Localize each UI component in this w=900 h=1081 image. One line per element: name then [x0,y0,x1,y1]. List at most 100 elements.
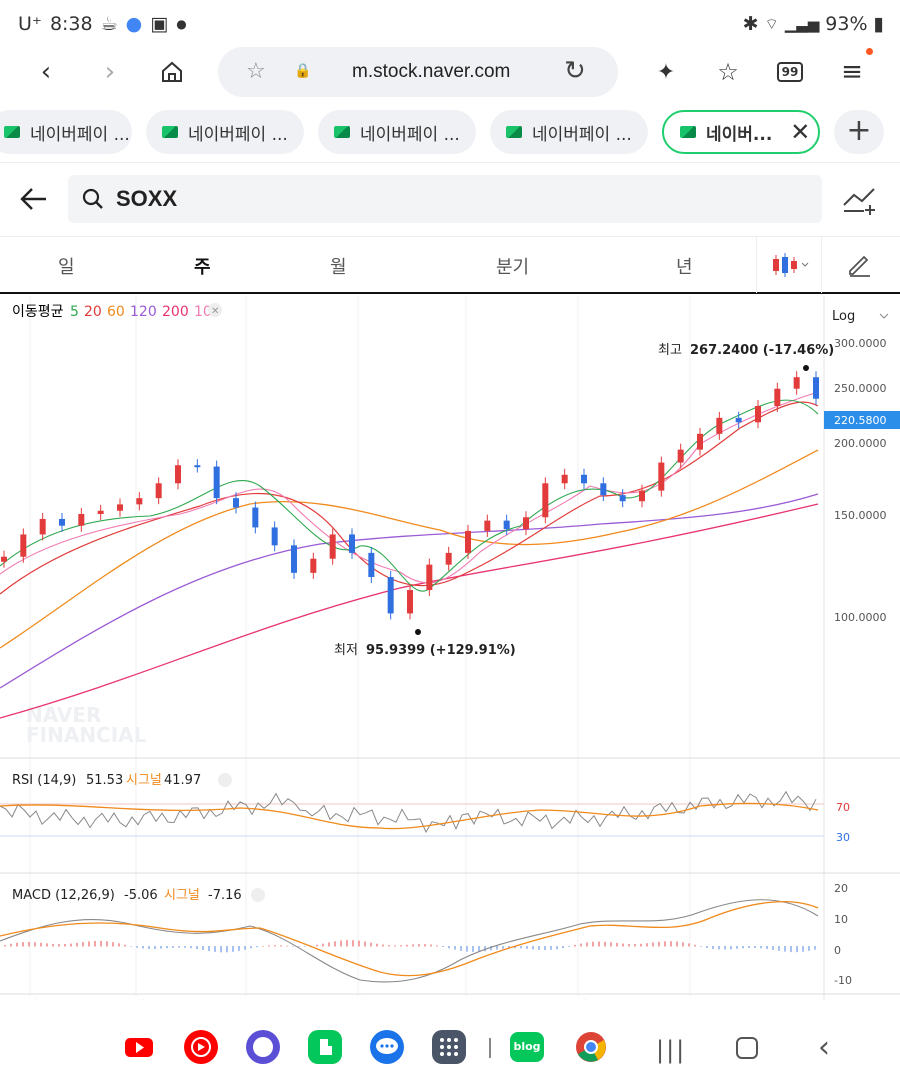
back-arrow-icon[interactable] [16,181,52,217]
macd-bar [814,946,816,950]
macd-bar [82,942,84,947]
y-tick: 100.0000 [834,611,887,624]
candle-body [175,465,181,484]
recent-apps-icon[interactable]: ||| [656,1036,686,1064]
chrome-icon[interactable] [574,1030,608,1064]
macd-bar [220,946,222,953]
candle-body [310,558,317,573]
tab-quarterly[interactable]: 분기 [496,253,529,279]
browser-tab[interactable]: 네이버페이 ... [0,110,132,154]
ai-sparkle-icon[interactable]: ✦ [646,52,686,92]
legend-periods: 5 20 60 120 200 10 [70,304,212,320]
url-text[interactable]: m.stock.naver.com [352,61,510,83]
candle-body [407,590,413,614]
macd-bar [262,945,264,947]
macd-bar [250,946,252,949]
youtube-music-icon[interactable] [184,1030,218,1064]
macd-bar [760,946,762,949]
candle-body [658,462,665,491]
tab-weekly[interactable]: 주 [194,253,211,279]
scale-chevron-icon[interactable] [879,313,889,319]
legend-period-5: 5 [70,304,79,320]
macd-bar [466,946,468,952]
status-bar: U⁺ 8:38 ☕ ● ▣ ● ✱ ⌔ ▁▃▅ 93% ▮ [0,0,900,50]
blog-icon[interactable]: blog [510,1032,544,1062]
bookmarks-icon[interactable]: ☆ [708,52,748,92]
home-button-icon[interactable] [736,1037,758,1059]
macd-bar [142,946,144,949]
macd-close-icon[interactable] [251,888,265,902]
grid-dot [454,1045,458,1049]
phone-app-icon[interactable] [308,1030,342,1064]
macd-bar [658,941,660,947]
macd-bar [34,942,36,947]
browser-tab[interactable]: 네이버페이 ... [318,110,476,154]
macd-bar [106,941,108,947]
macd-bar [424,944,426,947]
macd-bar [448,946,450,949]
browser-tab[interactable]: 네이버페이 ... [146,110,304,154]
high-value: 267.2400 (-17.46%) [690,343,834,358]
apps-grid-icon[interactable] [432,1030,466,1064]
macd-bar [808,946,810,951]
browser-toolbar: ‹ › ☆ 🔒 m.stock.naver.com ↻ ✦ ☆ 99 ≡ [0,44,900,100]
search-input[interactable]: SOXX [68,175,822,223]
macd-bar [316,944,318,947]
macd-bar [88,941,90,947]
wifi-icon: ⌔ [764,14,779,33]
tab-count: 99 [776,62,804,82]
ma-5-line [0,399,819,592]
home-icon[interactable] [152,52,192,92]
carrier-label: U⁺ [18,13,42,35]
chart-canvas[interactable]: NAVER FINANCIAL 이동평균 5 20 60 120 200 10 ✕ Log… [0,296,900,1012]
macd-bar [532,946,534,950]
macd-bar [112,942,114,947]
back-nav-icon[interactable]: ‹ [818,1030,830,1065]
browser-tab[interactable]: 네이버페이 ... [490,110,648,154]
macd-bar [382,944,384,947]
macd-bar [328,942,330,947]
rsi-value: 51.53 [86,773,123,788]
candle-body [252,507,259,528]
compare-chart-icon[interactable] [842,185,878,215]
low-label: 최저 [334,643,358,658]
high-label: 최고 [658,343,682,358]
macd-bar [526,946,528,949]
menu-icon[interactable]: ≡ [832,52,872,92]
macd-bar [736,946,738,949]
stock-chart[interactable]: NAVER FINANCIAL 이동평균 5 20 60 120 200 10 ✕ Log… [0,296,900,1012]
messages-icon[interactable] [370,1030,404,1064]
tab-yearly[interactable]: 년 [676,253,693,279]
scale-label[interactable]: Log [832,309,855,324]
search-icon [82,188,103,209]
macd-bar [28,941,30,947]
browser-tab-active[interactable]: 네이버... ✕ [662,110,820,154]
chart-type-select[interactable] [756,237,822,293]
tabs-icon[interactable]: 99 [770,52,810,92]
forward-icon[interactable]: › [90,52,130,92]
back-icon[interactable]: ‹ [26,52,66,92]
reload-icon[interactable]: ↻ [564,56,586,86]
close-tab-icon[interactable]: ✕ [790,118,810,146]
candle-body [78,513,85,526]
tab-daily[interactable]: 일 [58,253,75,279]
grid-dot [447,1052,451,1056]
macd-bar [286,945,288,947]
bookmark-star-icon[interactable]: ☆ [246,59,266,84]
macd-bar [766,946,768,949]
macd-bar [616,942,618,947]
new-tab-button[interactable]: + [834,110,884,154]
url-bar[interactable]: ☆ 🔒 m.stock.naver.com ↻ [218,47,618,97]
macd-bar [58,944,60,947]
candle-body [445,552,452,565]
macd-bar [298,946,300,947]
rsi-close-icon[interactable] [218,773,232,787]
macd-bar [748,946,750,948]
compass-icon[interactable] [246,1030,280,1064]
pencil-icon[interactable] [846,251,872,277]
youtube-icon[interactable] [122,1030,156,1064]
macd-bar [64,943,66,947]
tab-monthly[interactable]: 월 [330,253,347,279]
high-marker [803,365,809,371]
macd-bar [166,946,168,949]
